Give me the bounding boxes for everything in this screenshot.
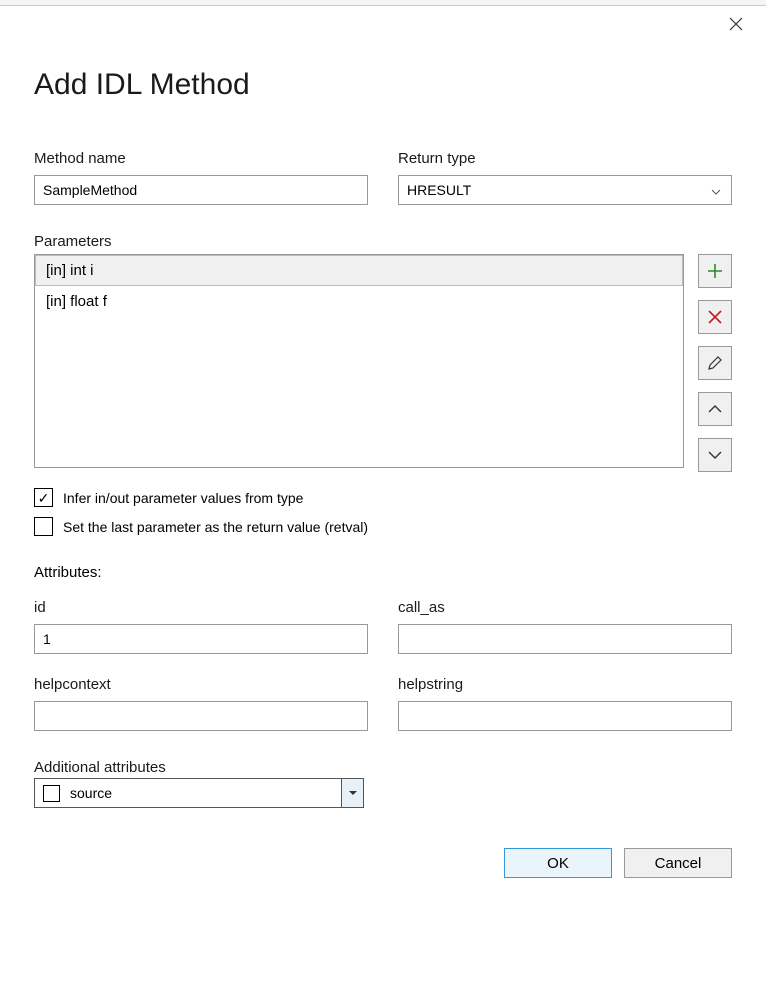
attributes-heading: Attributes:	[34, 564, 732, 581]
page-title: Add IDL Method	[34, 68, 732, 102]
helpstring-input[interactable]	[398, 701, 732, 731]
additional-attributes-checkbox[interactable]	[43, 785, 60, 802]
add-button[interactable]	[698, 254, 732, 288]
additional-attributes-value: source	[70, 785, 112, 801]
ok-button[interactable]: OK	[504, 848, 612, 878]
method-name-label: Method name	[34, 150, 368, 167]
parameters-listbox[interactable]: [in] int i [in] float f	[34, 254, 684, 468]
dialog-body: Add IDL Method Method name Return type H…	[0, 6, 766, 902]
call-as-label: call_as	[398, 599, 732, 616]
move-down-button[interactable]	[698, 438, 732, 472]
edit-button[interactable]	[698, 346, 732, 380]
helpstring-label: helpstring	[398, 676, 732, 693]
id-input[interactable]	[34, 624, 368, 654]
infer-label: Infer in/out parameter values from type	[63, 490, 303, 506]
chevron-up-icon	[707, 404, 723, 414]
additional-attributes-combo[interactable]: source	[34, 778, 342, 808]
helpcontext-label: helpcontext	[34, 676, 368, 693]
chevron-down-icon	[711, 182, 721, 198]
return-type-value: HRESULT	[407, 182, 471, 198]
plus-icon	[706, 262, 724, 280]
method-name-input[interactable]	[34, 175, 368, 205]
infer-checkbox[interactable]	[34, 488, 53, 507]
list-item[interactable]: [in] int i	[35, 255, 683, 286]
return-type-label: Return type	[398, 150, 732, 167]
chevron-down-icon	[707, 450, 723, 460]
close-icon[interactable]	[728, 16, 744, 32]
id-label: id	[34, 599, 368, 616]
helpcontext-input[interactable]	[34, 701, 368, 731]
x-icon	[706, 308, 724, 326]
call-as-input[interactable]	[398, 624, 732, 654]
chevron-down-icon	[349, 791, 357, 796]
pencil-icon	[706, 354, 724, 372]
additional-attributes-dropdown[interactable]	[342, 778, 364, 808]
list-item[interactable]: [in] float f	[35, 286, 683, 317]
cancel-button[interactable]: Cancel	[624, 848, 732, 878]
return-type-dropdown[interactable]: HRESULT	[398, 175, 732, 205]
retval-checkbox[interactable]	[34, 517, 53, 536]
retval-label: Set the last parameter as the return val…	[63, 519, 368, 535]
parameters-label: Parameters	[34, 233, 112, 250]
remove-button[interactable]	[698, 300, 732, 334]
additional-attributes-label: Additional attributes	[34, 759, 166, 776]
move-up-button[interactable]	[698, 392, 732, 426]
